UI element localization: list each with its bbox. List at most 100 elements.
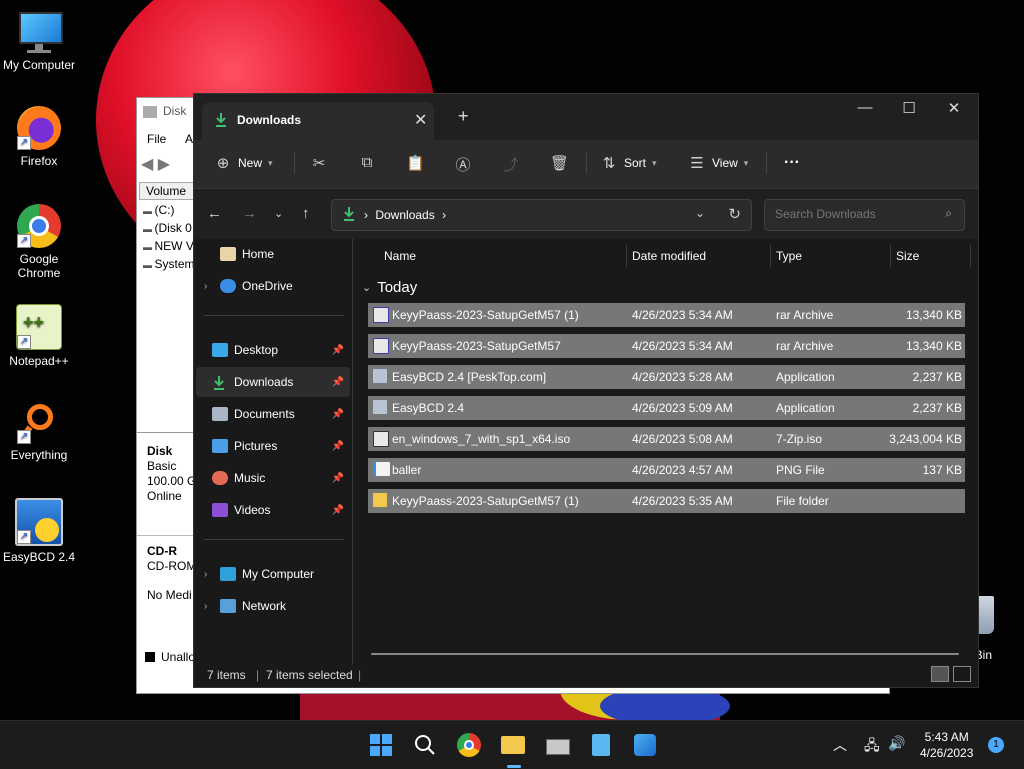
column-header-size[interactable]: Size xyxy=(896,249,919,263)
file-row[interactable]: KeyyPaass-2023-SatupGetM57 (1) 4/26/2023… xyxy=(368,303,965,327)
iso-file-icon xyxy=(373,431,389,447)
nav-item-my-computer[interactable]: › My Computer xyxy=(196,559,350,589)
volume-item[interactable]: (C:) xyxy=(143,202,195,220)
desktop-icon-my-computer[interactable]: My Computer xyxy=(0,10,78,72)
back-arrow-icon[interactable]: ← xyxy=(207,205,222,222)
file-row[interactable]: en_windows_7_with_sp1_x64.iso 4/26/2023 … xyxy=(368,427,965,451)
status-bar: 7 items | 7 items selected | xyxy=(194,664,978,687)
chevron-right-icon[interactable]: › xyxy=(204,601,218,612)
maximize-icon[interactable]: ☐ xyxy=(894,99,924,117)
chevron-right-icon[interactable]: › xyxy=(204,281,218,292)
group-header-today[interactable]: ⌄ Today xyxy=(362,279,417,296)
nav-item-onedrive[interactable]: › OneDrive xyxy=(196,271,350,301)
file-name: baller xyxy=(392,463,422,477)
nav-item-music[interactable]: Music 📌 xyxy=(196,463,350,493)
breadcrumb-downloads[interactable]: Downloads xyxy=(375,208,434,222)
chevron-right-icon[interactable]: › xyxy=(204,569,218,580)
file-row[interactable]: baller 4/26/2023 4:57 AM PNG File 137 KB xyxy=(368,458,965,482)
column-divider[interactable] xyxy=(770,245,771,267)
desktop-icon-notepadpp[interactable]: ↗ Notepad++ xyxy=(0,304,78,368)
pin-icon: 📌 xyxy=(331,472,344,484)
horizontal-scrollbar[interactable] xyxy=(371,653,959,655)
sort-button[interactable]: ⇅ Sort ▾ xyxy=(600,154,657,172)
cut-button[interactable]: ✂ xyxy=(310,154,328,172)
column-header-date[interactable]: Date modified xyxy=(632,249,706,263)
volume-item[interactable]: System xyxy=(143,256,195,274)
file-type: 7-Zip.iso xyxy=(776,432,823,446)
column-divider[interactable] xyxy=(626,245,627,267)
close-tab-icon[interactable]: ✕ xyxy=(414,110,427,130)
tab-downloads[interactable]: Downloads ✕ xyxy=(202,102,434,140)
plus-circle-icon: ⊕ xyxy=(216,155,230,172)
column-header-name[interactable]: Name xyxy=(384,249,416,263)
desktop-icon-firefox[interactable]: ↗ Firefox xyxy=(0,106,78,168)
network-tray-icon[interactable]: 🖧 xyxy=(864,735,880,759)
taskbar-search-button[interactable] xyxy=(411,731,439,759)
share-button[interactable]: ⤴ xyxy=(502,154,520,175)
nav-item-downloads[interactable]: Downloads 📌 xyxy=(196,367,350,397)
search-input[interactable] xyxy=(773,206,937,222)
recent-locations-chevron-icon[interactable]: ⌄ xyxy=(274,207,283,220)
address-bar[interactable]: › Downloads › ⌄ ↻ xyxy=(331,199,752,231)
taskbar-chrome[interactable] xyxy=(455,731,483,759)
desktop-icon-chrome[interactable]: ↗ Google Chrome xyxy=(0,204,78,280)
taskbar-file-explorer[interactable] xyxy=(499,731,527,768)
nav-item-home[interactable]: Home xyxy=(196,239,350,269)
copy-button[interactable]: ⧉ xyxy=(358,154,376,171)
clock[interactable]: 5:43 AM 4/26/2023 xyxy=(920,729,973,761)
paste-button[interactable]: 📋 xyxy=(406,154,425,172)
up-arrow-icon[interactable]: ↑ xyxy=(302,205,310,222)
file-type: File folder xyxy=(776,494,829,508)
taskbar: ︿ 🖧 🔊 5:43 AM 4/26/2023 1 xyxy=(0,720,1024,769)
tiles-view-icon[interactable] xyxy=(953,666,971,682)
volume-item[interactable]: NEW V xyxy=(143,238,195,256)
column-divider[interactable] xyxy=(890,245,891,267)
chevron-down-icon: ▾ xyxy=(652,157,657,168)
file-type: Application xyxy=(776,401,835,415)
nav-item-videos[interactable]: Videos 📌 xyxy=(196,495,350,525)
file-row[interactable]: EasyBCD 2.4 [PeskTop.com] 4/26/2023 5:28… xyxy=(368,365,965,389)
taskbar-disk-management[interactable] xyxy=(543,731,571,759)
desktop-icon-everything[interactable]: ↗ Everything xyxy=(0,400,78,462)
column-divider[interactable] xyxy=(970,245,971,267)
file-row[interactable]: KeyyPaass-2023-SatupGetM57 (1) 4/26/2023… xyxy=(368,489,965,513)
taskbar-paint[interactable] xyxy=(631,731,659,759)
search-box[interactable]: ⌕ xyxy=(764,199,965,231)
delete-button[interactable]: 🗑 xyxy=(550,154,570,172)
file-size: 13,340 KB xyxy=(905,308,962,322)
file-row[interactable]: KeyyPaass-2023-SatupGetM57 4/26/2023 5:3… xyxy=(368,334,965,358)
chevron-up-icon[interactable]: ︿ xyxy=(833,735,847,755)
back-forward-icon[interactable]: ◀ ▶ xyxy=(141,154,170,174)
volume-icon[interactable]: 🔊 xyxy=(888,735,905,752)
nav-item-pictures[interactable]: Pictures 📌 xyxy=(196,431,350,461)
nav-item-network[interactable]: › Network xyxy=(196,591,350,621)
more-options-button[interactable]: ··· xyxy=(784,154,800,172)
refresh-icon[interactable]: ↻ xyxy=(728,205,741,223)
notification-badge[interactable]: 1 xyxy=(988,737,1004,753)
file-type: Application xyxy=(776,370,835,384)
menu-file[interactable]: File xyxy=(147,132,166,146)
shortcut-arrow-icon: ↗ xyxy=(17,234,31,248)
desktop-icon-easybcd[interactable]: ↗ EasyBCD 2.4 xyxy=(0,498,78,564)
file-row[interactable]: EasyBCD 2.4 4/26/2023 5:09 AM Applicatio… xyxy=(368,396,965,420)
nav-item-documents[interactable]: Documents 📌 xyxy=(196,399,350,429)
volume-item[interactable]: (Disk 0 xyxy=(143,220,195,238)
file-date: 4/26/2023 5:34 AM xyxy=(632,339,733,353)
tab-title: Downloads xyxy=(237,113,302,127)
start-button[interactable] xyxy=(367,731,395,759)
view-button[interactable]: ☰ View ▾ xyxy=(688,154,748,172)
file-type: rar Archive xyxy=(776,339,834,353)
close-window-icon[interactable]: ✕ xyxy=(939,99,969,117)
trash-icon: 🗑 xyxy=(550,155,570,172)
forward-arrow-icon[interactable]: → xyxy=(242,205,257,222)
address-dropdown-chevron-icon[interactable]: ⌄ xyxy=(695,206,705,220)
rename-button[interactable]: Ⓐ xyxy=(454,154,472,175)
details-view-icon[interactable] xyxy=(931,666,949,682)
group-label: Today xyxy=(377,279,418,296)
new-tab-icon[interactable]: + xyxy=(458,106,469,127)
new-button[interactable]: ⊕ New ▾ xyxy=(214,154,273,172)
minimize-icon[interactable]: — xyxy=(850,99,880,116)
column-header-type[interactable]: Type xyxy=(776,249,802,263)
nav-item-desktop[interactable]: Desktop 📌 xyxy=(196,335,350,365)
taskbar-notepad[interactable] xyxy=(587,731,615,759)
